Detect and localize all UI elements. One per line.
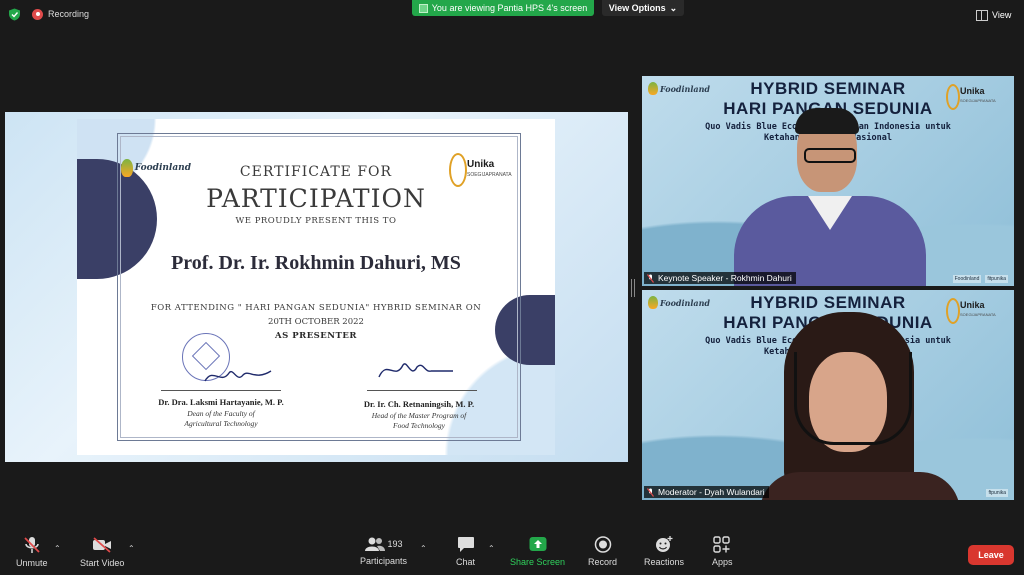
participants-label: Participants bbox=[360, 556, 408, 566]
video-tile-keynote[interactable]: Foodinland Unika SOEGIJAPRANATA HYBRID S… bbox=[642, 76, 1014, 286]
microphone-muted-icon bbox=[24, 537, 40, 553]
mic-muted-icon bbox=[647, 273, 654, 283]
glasses-icon bbox=[804, 148, 856, 163]
record-icon bbox=[594, 536, 611, 553]
audio-options-chevron-icon[interactable]: ⌃ bbox=[54, 544, 61, 553]
certificate-line2: 20TH OCTOBER 2022 bbox=[268, 317, 364, 327]
video-options-chevron-icon[interactable]: ⌃ bbox=[128, 544, 135, 553]
signature-1 bbox=[204, 370, 272, 382]
participant-name-label: Keynote Speaker - Rokhmin Dahuri bbox=[644, 272, 796, 284]
viewing-screen-banner: You are viewing Pantia HPS 4's screen bbox=[412, 0, 594, 16]
speaker-video bbox=[734, 108, 926, 286]
record-label: Record bbox=[588, 557, 618, 567]
top-bar: Recording You are viewing Pantia HPS 4's… bbox=[0, 0, 1024, 28]
footer-tag: fitpunika bbox=[985, 275, 1008, 283]
moderator-body bbox=[760, 472, 960, 500]
signer1-role-line2: Agricultural Technology bbox=[184, 419, 258, 428]
certificate: Foodinland Unika SOEGIJAPRANATA CERTIFIC… bbox=[77, 119, 555, 455]
headset-icon bbox=[794, 352, 912, 445]
certificate-title-line1: CERTIFICATE FOR bbox=[239, 164, 393, 180]
participant-name: Moderator - Dyah Wulandari bbox=[658, 487, 765, 497]
screen-share-icon bbox=[418, 3, 428, 13]
apps-label: Apps bbox=[712, 557, 733, 567]
recording-indicator[interactable]: Recording bbox=[32, 6, 89, 22]
participant-name: Keynote Speaker - Rokhmin Dahuri bbox=[658, 273, 792, 283]
recording-icon bbox=[32, 8, 43, 20]
moderator-video bbox=[754, 312, 974, 500]
seminar-heading-1: HYBRID SEMINAR bbox=[750, 293, 906, 312]
chat-options-chevron-icon[interactable]: ⌃ bbox=[488, 544, 495, 553]
signer2-role-line1: Head of the Master Program of bbox=[371, 411, 467, 420]
view-button[interactable]: View bbox=[976, 8, 1011, 22]
apps-button[interactable]: Apps bbox=[712, 536, 733, 567]
viewing-banner-text: You are viewing Pantia HPS 4's screen bbox=[431, 3, 588, 13]
chat-button[interactable]: Chat bbox=[456, 536, 475, 567]
start-video-button[interactable]: Start Video bbox=[80, 536, 124, 568]
recipient-name: Prof. Dr. Ir. Rokhmin Dahuri, MS bbox=[171, 252, 461, 274]
footer-tag: ftpunika bbox=[986, 489, 1008, 497]
recording-label: Recording bbox=[48, 9, 90, 19]
participant-name-label: Moderator - Dyah Wulandari bbox=[644, 486, 769, 498]
emoji-smile-icon bbox=[656, 536, 673, 552]
security-shield-icon[interactable] bbox=[8, 8, 21, 21]
signer2-name: Dr. Ir. Ch. Retnaningsih, M. P. bbox=[363, 399, 475, 409]
unmute-label: Unmute bbox=[16, 558, 48, 568]
reactions-button[interactable]: Reactions bbox=[644, 536, 684, 567]
chat-label: Chat bbox=[456, 557, 476, 567]
share-screen-label: Share Screen bbox=[510, 557, 566, 567]
unmute-button[interactable]: Unmute bbox=[16, 536, 48, 568]
signature-2 bbox=[378, 363, 453, 378]
view-options-button[interactable]: View Options ⌄ bbox=[602, 0, 684, 16]
meeting-toolbar: Unmute ⌃ Start Video ⌃ 193 Participants … bbox=[0, 530, 1024, 575]
share-screen-button[interactable]: Share Screen bbox=[510, 536, 565, 567]
certificate-title-line2: PARTICIPATION bbox=[206, 184, 426, 213]
view-options-label: View Options bbox=[608, 3, 666, 13]
signature-line bbox=[367, 390, 477, 391]
signer1-role-line1: Dean of the Faculty of bbox=[187, 409, 255, 418]
signer1-role: Dean of the Faculty of Agricultural Tech… bbox=[141, 409, 301, 429]
participants-icon bbox=[364, 537, 385, 551]
participants-options-chevron-icon[interactable]: ⌃ bbox=[420, 544, 427, 553]
signer2-role-line2: Food Technology bbox=[392, 421, 445, 430]
mic-muted-icon bbox=[647, 487, 654, 497]
seminar-heading-1: HYBRID SEMINAR bbox=[750, 79, 906, 98]
panel-resize-handle[interactable] bbox=[631, 279, 635, 297]
chat-bubble-icon bbox=[457, 537, 474, 552]
chevron-down-icon: ⌄ bbox=[669, 2, 678, 13]
footer-tag: Foodinland bbox=[952, 275, 982, 283]
participants-button[interactable]: 193 Participants bbox=[360, 536, 407, 566]
tile-footer-tags: ftpunika bbox=[986, 489, 1008, 497]
view-label: View bbox=[992, 10, 1012, 20]
signer1-name: Dr. Dra. Laksmi Hartayanie, M. P. bbox=[158, 397, 284, 407]
video-tile-moderator[interactable]: Foodinland Unika SOEGIJAPRANATA HYBRID S… bbox=[642, 290, 1014, 500]
camera-off-icon bbox=[93, 537, 112, 553]
participants-count: 193 bbox=[387, 539, 403, 549]
tile-footer-tags: Foodinland fitpunika bbox=[952, 275, 1008, 283]
signer2-role: Head of the Master Program of Food Techn… bbox=[339, 411, 499, 431]
speaker-hair bbox=[795, 108, 859, 134]
record-button[interactable]: Record bbox=[588, 536, 617, 567]
apps-grid-icon bbox=[713, 536, 730, 553]
signature-line bbox=[161, 390, 281, 391]
start-video-label: Start Video bbox=[80, 558, 125, 568]
reactions-label: Reactions bbox=[644, 557, 685, 567]
certificate-line3: AS PRESENTER bbox=[275, 331, 357, 341]
share-screen-icon bbox=[529, 537, 547, 551]
certificate-presented: WE PROUDLY PRESENT THIS TO bbox=[235, 216, 397, 226]
view-grid-icon bbox=[976, 9, 988, 21]
leave-button[interactable]: Leave bbox=[968, 545, 1014, 565]
participants-icon-row: 193 bbox=[364, 536, 403, 552]
certificate-line1: FOR ATTENDING " HARI PANGAN SEDUNIA" HYB… bbox=[150, 303, 482, 313]
